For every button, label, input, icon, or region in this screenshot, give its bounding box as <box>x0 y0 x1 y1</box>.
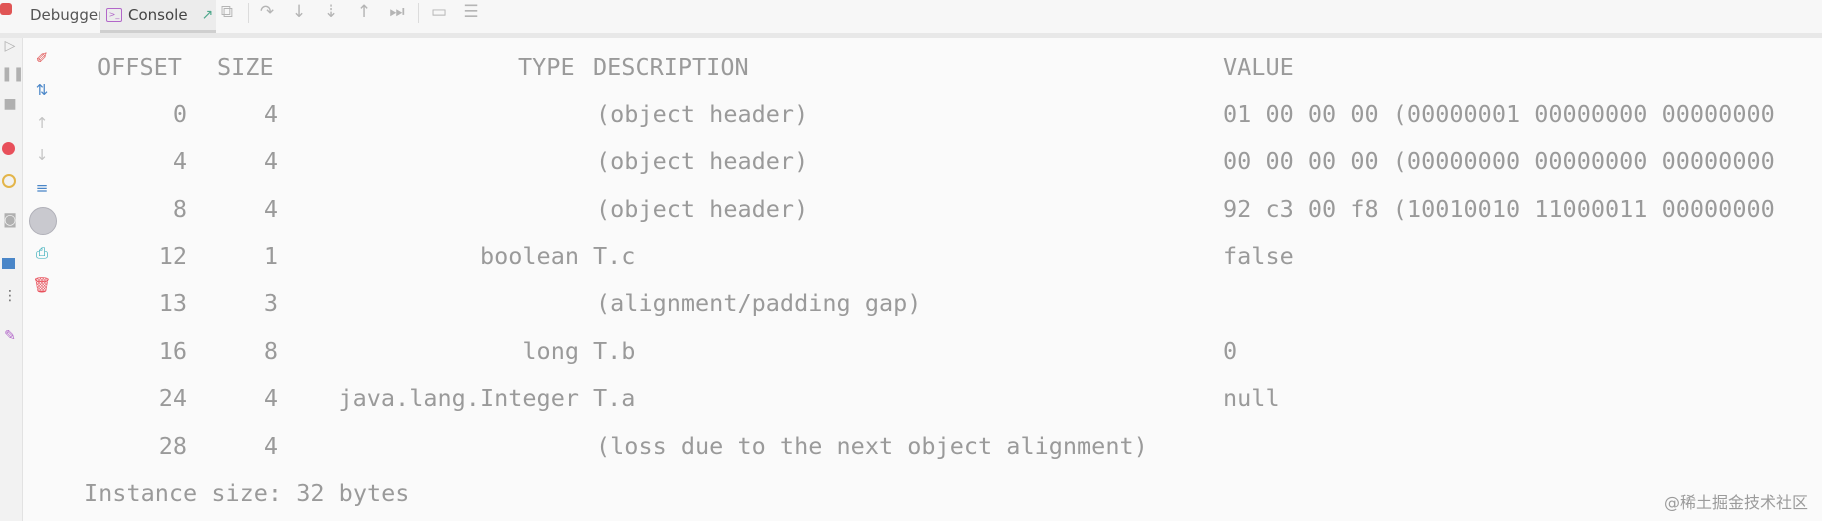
row-description: T.c <box>593 242 636 270</box>
resume-icon[interactable]: ▷ <box>1 38 19 54</box>
row-description: T.b <box>593 337 636 365</box>
run-to-cursor-icon[interactable]: ⏭ <box>386 2 408 24</box>
tabbar-divider <box>0 33 1822 38</box>
row-value: 01 00 00 00 (00000001 00000000 00000000 <box>1223 100 1775 128</box>
row-size: 4 <box>263 384 278 412</box>
header-value: VALUE <box>1223 53 1294 81</box>
row-offset: 8 <box>172 195 187 223</box>
row-offset: 0 <box>172 100 187 128</box>
row-size: 3 <box>263 289 278 317</box>
toolbar-separator <box>248 3 249 23</box>
clear-icon[interactable]: ✐ <box>30 47 54 69</box>
watermark: @稀土掘金技术社区 <box>1663 493 1808 512</box>
row-type: boolean <box>479 242 579 270</box>
evaluate-icon[interactable]: ▭ <box>428 2 450 24</box>
trace-icon[interactable]: ☰ <box>460 2 482 24</box>
row-description: T.a <box>593 384 636 412</box>
tab-console-label: Console <box>128 6 188 24</box>
header-offset: OFFSET <box>97 53 182 81</box>
row-offset: 28 <box>158 432 187 460</box>
step-out-icon[interactable]: ↑ <box>353 2 375 24</box>
settings-icon[interactable] <box>29 207 57 235</box>
row-size: 4 <box>263 147 278 175</box>
sort-icon[interactable]: ⇅ <box>30 79 54 101</box>
step-over-icon[interactable]: ↷ <box>256 2 278 24</box>
row-size: 4 <box>263 432 278 460</box>
soft-wrap-icon[interactable]: ≡ <box>30 177 54 199</box>
camera-icon[interactable]: ◙ <box>1 212 19 228</box>
row-value: null <box>1223 384 1280 412</box>
header-size: SIZE <box>217 53 274 81</box>
more-icon[interactable]: ⋮ <box>1 288 19 304</box>
pause-icon[interactable]: ❚❚ <box>1 66 24 82</box>
row-offset: 24 <box>158 384 187 412</box>
row-value: 92 c3 00 f8 (10010010 11000011 00000000 <box>1223 195 1775 223</box>
row-size: 8 <box>263 337 278 365</box>
pin-icon[interactable]: ✎ <box>1 328 19 344</box>
tab-debugger-label: Debugger <box>30 6 105 24</box>
tab-debugger[interactable]: Debugger <box>30 0 104 30</box>
delete-icon[interactable]: 🗑 <box>30 274 54 296</box>
row-offset: 4 <box>172 147 187 175</box>
tool-window-tabbar: Debugger >_ Console ↗ ⧉ ↷ ↓ ⇣ ↑ ⏭ ▭ ☰ <box>0 0 1822 38</box>
tab-console[interactable]: >_ Console ↗ <box>100 0 216 33</box>
force-step-into-icon[interactable]: ⇣ <box>320 2 342 24</box>
row-type: long <box>522 337 579 365</box>
debug-bug-icon <box>0 3 12 15</box>
down-icon[interactable]: ↓ <box>30 144 54 166</box>
row-size: 1 <box>263 242 278 270</box>
toolbar-separator <box>418 3 419 23</box>
stop-icon[interactable]: ■ <box>1 96 19 112</box>
row-value: false <box>1223 242 1294 270</box>
mute-breakpoints-icon[interactable] <box>2 174 16 188</box>
ide-window: Debugger >_ Console ↗ ⧉ ↷ ↓ ⇣ ↑ ⏭ ▭ ☰ ▷ … <box>0 0 1822 521</box>
row-offset: 13 <box>158 289 187 317</box>
row-description: (alignment/padding gap) <box>596 289 922 317</box>
row-description: (object header) <box>596 147 809 175</box>
row-size: 4 <box>263 195 278 223</box>
row-value: 0 <box>1223 337 1238 365</box>
row-value: 00 00 00 00 (00000000 00000000 00000000 <box>1223 147 1775 175</box>
row-description: (loss due to the next object alignment) <box>596 432 1148 460</box>
breakpoint-icon[interactable] <box>2 142 15 155</box>
instance-size-text: Instance size: 32 bytes <box>84 479 410 507</box>
row-offset: 16 <box>158 337 187 365</box>
header-type: TYPE <box>518 53 575 81</box>
restore-layout-icon[interactable]: ⧉ <box>216 2 238 24</box>
debug-side-toolbar: ▷ ❚❚ ■ ◙ ⋮ ✎ <box>0 38 24 521</box>
console-icon: >_ <box>106 8 122 22</box>
row-size: 4 <box>263 100 278 128</box>
up-icon[interactable]: ↑ <box>30 112 54 134</box>
row-offset: 12 <box>158 242 187 270</box>
print-icon[interactable]: ⎙ <box>30 242 54 264</box>
row-type: java.lang.Integer <box>338 384 579 412</box>
step-into-icon[interactable]: ↓ <box>288 2 310 24</box>
row-description: (object header) <box>596 195 809 223</box>
header-description: DESCRIPTION <box>593 53 749 81</box>
layout-icon[interactable] <box>2 258 15 269</box>
open-external-icon[interactable]: ↗ <box>202 7 214 23</box>
row-description: (object header) <box>596 100 809 128</box>
